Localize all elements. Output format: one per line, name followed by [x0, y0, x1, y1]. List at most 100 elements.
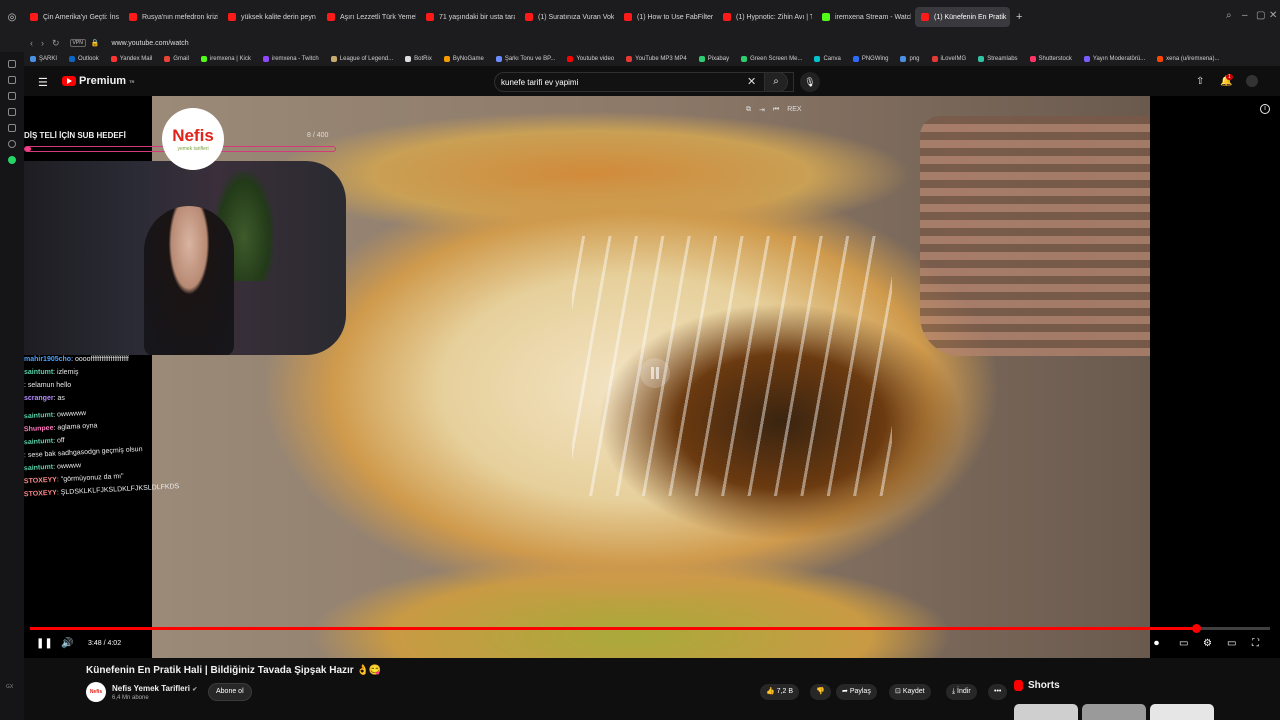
sidebar-bookmarks-icon[interactable]	[8, 124, 16, 132]
sidebar-notes-icon[interactable]	[8, 108, 16, 116]
browser-tab[interactable]: 71 yaşındaki bir usta taraf	[420, 7, 515, 27]
player-controls: ❚❚ 🔊 3:48 / 4:02 ⏺ ▭ ⚙ ▭ ⛶	[24, 634, 1280, 658]
upload-icon[interactable]: ⇧	[1196, 76, 1204, 87]
bookmark-item[interactable]: Canva	[814, 56, 841, 62]
more-actions-button[interactable]: •••	[988, 684, 1008, 700]
search-input[interactable]	[501, 77, 761, 87]
bookmark-item[interactable]: iLoveIMG	[931, 56, 966, 62]
browser-logo-icon[interactable]: ◎	[0, 12, 24, 23]
chat-text: : selamun hello	[24, 382, 72, 389]
bookmark-item[interactable]: League of Legend...	[330, 56, 394, 62]
bookmark-item[interactable]: Pixabay	[698, 56, 729, 62]
bookmark-item[interactable]: YouTube MP3 MP4	[626, 56, 687, 62]
share-button[interactable]: ➦ Paylaş	[836, 684, 877, 700]
nefis-logo-sub: yemek tarifleri	[177, 146, 209, 152]
info-icon[interactable]: i	[1260, 104, 1270, 114]
browser-tab[interactable]: Çin Amerika'yı Geçti: İnsan	[24, 7, 119, 27]
short-thumbnail[interactable]	[1150, 704, 1214, 720]
save-button[interactable]: ⊡ Kaydet	[889, 684, 931, 700]
bookmark-item[interactable]: Streamlabs	[978, 56, 1018, 62]
youtube-play-logo-icon	[62, 76, 76, 86]
short-thumbnail[interactable]	[1014, 704, 1078, 720]
bookmark-item[interactable]: ŞARKI	[30, 56, 57, 62]
maximize-icon[interactable]: ▢	[1256, 10, 1265, 21]
bookmark-item[interactable]: BotRix	[405, 56, 432, 62]
bookmark-label: Outlook	[78, 56, 99, 62]
sidebar-downloads-icon[interactable]	[8, 92, 16, 100]
browser-tab[interactable]: (1) Künefenin En Pratik	[915, 7, 1010, 27]
bookmark-item[interactable]: Yayın Moderatörü...	[1083, 56, 1145, 62]
channel-avatar[interactable]: Nefis	[86, 682, 106, 702]
bookmark-item[interactable]: Outlook	[69, 56, 99, 62]
bookmark-item[interactable]: Yandex Mail	[110, 56, 152, 62]
extension-tool-button[interactable]: REX	[787, 106, 801, 114]
search-button[interactable]: ⌕	[764, 72, 788, 92]
autoplay-toggle[interactable]: ⏺	[1154, 638, 1159, 649]
extension-tool-button[interactable]: ⧉	[746, 106, 751, 114]
extension-tool-button[interactable]: ⇥	[759, 106, 765, 114]
fullscreen-icon[interactable]: ⛶	[1252, 638, 1259, 649]
extension-tool-button[interactable]: ⏮	[773, 106, 779, 114]
bookmark-item[interactable]: Youtube video	[567, 56, 614, 62]
bookmark-favicon-icon	[698, 56, 705, 62]
bookmark-item[interactable]: Green Screen Me...	[741, 56, 802, 62]
progress-bar[interactable]	[30, 624, 1270, 633]
search-tabs-icon[interactable]: ⌕	[1226, 10, 1232, 21]
sidebar-settings-icon[interactable]	[8, 140, 16, 148]
bookmark-item[interactable]: iremxena - Twitch	[262, 56, 319, 62]
bookmark-favicon-icon	[741, 56, 748, 62]
browser-tab[interactable]: Aşırı Lezzetli Türk Yemek	[321, 7, 416, 27]
close-window-icon[interactable]: ✕	[1269, 10, 1277, 21]
video-player[interactable]: ⧉ ⇥ ⏮ REX i DİŞ TELİ İÇİN SUB HEDEFİ 8 / 40…	[24, 96, 1280, 658]
bookmark-item[interactable]: xena (u/iremxena)...	[1157, 56, 1220, 62]
bookmark-item[interactable]: Shutterstock	[1029, 56, 1072, 62]
dislike-button[interactable]: 👎	[810, 684, 831, 700]
browser-tab[interactable]: yüksek kalite derin peyn	[222, 7, 317, 27]
tab-label: (1) How to Use FabFilter P	[637, 13, 713, 21]
chat-username: scranger	[24, 395, 54, 402]
browser-tab[interactable]: iremxena Stream - Watch	[816, 7, 911, 27]
subscribe-button[interactable]: Abone ol	[208, 683, 252, 701]
like-button[interactable]: 👍 7,2 B	[760, 684, 800, 700]
chat-username: STOXEYY	[24, 476, 58, 486]
bookmark-label: ByNoGame	[452, 56, 484, 62]
channel-name[interactable]: Nefis Yemek Tarifleri ✔	[112, 684, 197, 693]
sub-goal-count: 8 / 400	[307, 132, 329, 139]
bookmark-item[interactable]: PNGWing	[852, 56, 888, 62]
minimize-icon[interactable]: –	[1242, 10, 1248, 21]
bookmark-label: League of Legend...	[339, 56, 394, 62]
voice-search-button[interactable]: 🎙	[800, 72, 820, 92]
browser-tab[interactable]: (1) Suratınıza Vuran Vokal	[519, 7, 614, 27]
sidebar-gx-label: GX	[6, 684, 14, 690]
bookmark-label: iremxena - Twitch	[271, 56, 319, 62]
theater-mode-icon[interactable]: ▭	[1227, 638, 1236, 649]
clear-search-icon[interactable]: ✕	[747, 75, 756, 88]
browser-tab[interactable]: Rusya'nın mefedron krizi	[123, 7, 218, 27]
download-button[interactable]: ⤓ İndir	[946, 684, 977, 700]
account-avatar[interactable]	[1246, 75, 1258, 87]
tab-label: Aşırı Lezzetli Türk Yemek	[340, 13, 416, 21]
subtitles-icon[interactable]: ▭	[1179, 638, 1188, 649]
settings-icon[interactable]: ⚙	[1203, 638, 1212, 649]
browser-tab[interactable]: (1) How to Use FabFilter P	[618, 7, 713, 27]
short-thumbnail[interactable]	[1082, 704, 1146, 720]
youtube-logo[interactable]: Premium TR	[62, 75, 134, 87]
sidebar-history-icon[interactable]	[8, 76, 16, 84]
bookmark-item[interactable]: iremxena | Kick	[200, 56, 251, 62]
bookmark-item[interactable]: png	[900, 56, 920, 62]
nav-buttons[interactable]: ‹›↻	[30, 38, 68, 49]
chat-message: saintumt: izlemiş	[24, 369, 224, 382]
bookmark-item[interactable]: ByNoGame	[443, 56, 484, 62]
menu-icon[interactable]: ☰	[38, 76, 48, 89]
browser-tab[interactable]: (1) Hypnotic: Zihin Avı | Tü	[717, 7, 812, 27]
vpn-badge[interactable]: VPN	[69, 39, 86, 47]
sidebar-home-icon[interactable]	[8, 60, 16, 68]
new-tab-button[interactable]: +	[1016, 11, 1022, 23]
sidebar-whatsapp-icon[interactable]	[8, 156, 16, 164]
bookmark-item[interactable]: Şarkı Tonu ve BP...	[495, 56, 555, 62]
bookmark-item[interactable]: Gmail	[164, 56, 189, 62]
progress-scrubber[interactable]	[1191, 624, 1201, 633]
volume-icon[interactable]: 🔊	[61, 638, 73, 649]
pause-icon[interactable]: ❚❚	[36, 638, 53, 649]
url-field[interactable]: www.youtube.com/watch	[112, 40, 189, 47]
